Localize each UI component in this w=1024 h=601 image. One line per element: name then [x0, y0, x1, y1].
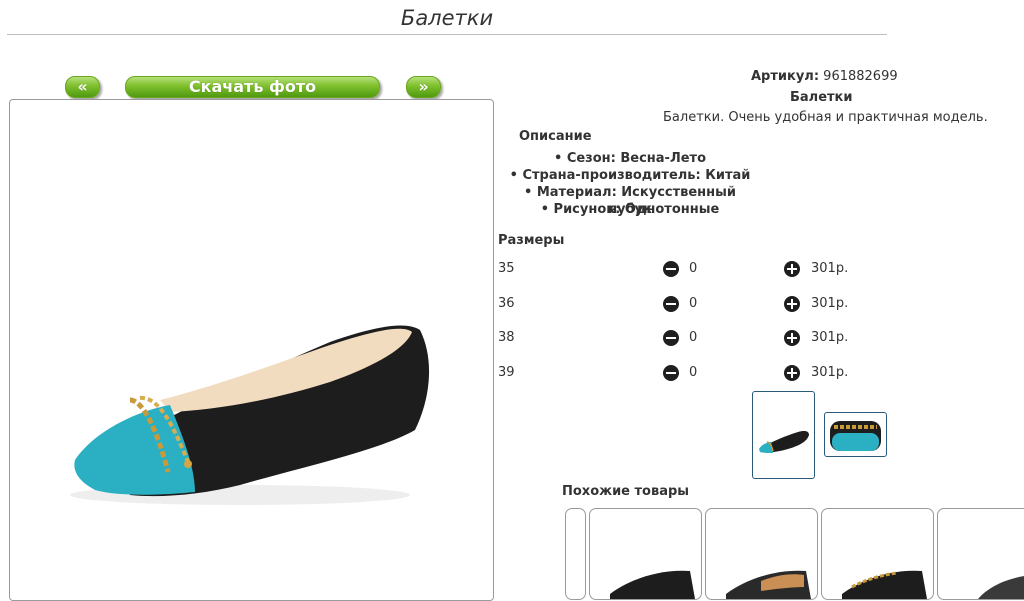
- size-price: 301р.: [811, 261, 849, 276]
- minus-icon[interactable]: [663, 296, 679, 312]
- page-title: Балетки: [7, 4, 887, 35]
- product-description: Балетки. Очень удобная и практичная моде…: [663, 110, 988, 125]
- article-label: Артикул:: [751, 69, 820, 84]
- size-row: 35 0 301р.: [498, 259, 858, 279]
- article-value: 961882699: [823, 69, 898, 84]
- spec-item-pattern: Рисунок: Однотонные: [500, 201, 760, 218]
- size-quantity: 0: [689, 365, 698, 380]
- size-quantity: 0: [689, 261, 698, 276]
- minus-icon[interactable]: [663, 261, 679, 277]
- photo-thumbnail-side[interactable]: [752, 391, 815, 479]
- similar-product-card[interactable]: [705, 508, 818, 600]
- plus-icon[interactable]: [784, 365, 800, 381]
- next-photo-button[interactable]: »: [406, 76, 441, 98]
- similar-product-card[interactable]: [589, 508, 702, 600]
- photo-thumbnail-front[interactable]: [824, 412, 887, 457]
- spec-list: Сезон: Весна-Лето Страна-производитель: …: [500, 150, 760, 218]
- size-row: 38 0 301р.: [498, 328, 858, 348]
- size-row: 36 0 301р.: [498, 294, 858, 314]
- minus-icon[interactable]: [663, 330, 679, 346]
- similar-product-image: [842, 570, 927, 599]
- spec-item-material: Материал: Искусственный нубук: [500, 184, 760, 217]
- size-value: 39: [498, 365, 515, 380]
- spec-item-season: Сезон: Весна-Лето: [500, 150, 760, 167]
- article-line: Артикул: 961882699: [751, 69, 898, 84]
- shoe-photo: [70, 325, 430, 505]
- product-name: Балетки: [790, 90, 853, 105]
- similar-product-image: [610, 570, 695, 599]
- minus-icon[interactable]: [663, 365, 679, 381]
- size-value: 38: [498, 330, 515, 345]
- prev-photo-button[interactable]: «: [65, 76, 100, 98]
- similar-scroll-left-button[interactable]: [565, 508, 586, 600]
- description-heading: Описание: [519, 129, 592, 144]
- size-price: 301р.: [811, 365, 849, 380]
- similar-product-image: [978, 576, 1024, 599]
- plus-icon[interactable]: [784, 296, 800, 312]
- plus-icon[interactable]: [784, 261, 800, 277]
- size-value: 36: [498, 296, 515, 311]
- size-price: 301р.: [811, 296, 849, 311]
- plus-icon[interactable]: [784, 330, 800, 346]
- size-quantity: 0: [689, 296, 698, 311]
- sizes-heading: Размеры: [498, 233, 565, 248]
- size-quantity: 0: [689, 330, 698, 345]
- similar-product-image: [726, 570, 811, 599]
- main-photo-frame: [9, 99, 494, 601]
- similar-product-card[interactable]: [821, 508, 934, 600]
- size-row: 39 0 301р.: [498, 363, 858, 383]
- spec-item-country: Страна-производитель: Китай: [500, 167, 760, 184]
- similar-product-card[interactable]: [937, 508, 1024, 600]
- size-price: 301р.: [811, 330, 849, 345]
- size-value: 35: [498, 261, 515, 276]
- similar-products-heading: Похожие товары: [562, 484, 690, 499]
- download-photo-button[interactable]: Скачать фото: [125, 76, 380, 98]
